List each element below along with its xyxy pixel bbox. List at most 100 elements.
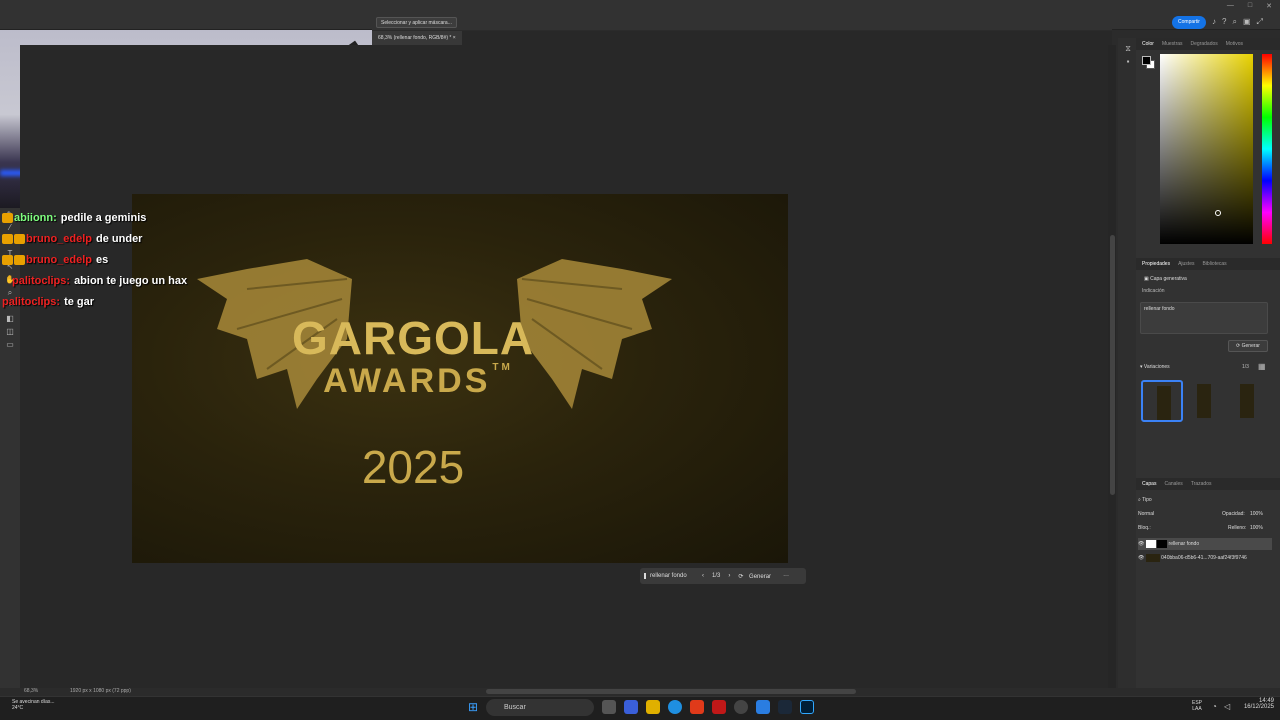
generate-label: Generar xyxy=(749,573,772,580)
taskbar-search[interactable]: Buscar xyxy=(486,699,594,716)
variation-thumb[interactable] xyxy=(1226,380,1268,422)
tab-paths[interactable]: Trazados xyxy=(1191,481,1212,487)
prev-variation-icon[interactable]: ‹ xyxy=(702,573,704,579)
windows-start-icon[interactable]: ⊞ xyxy=(468,700,482,714)
layer-mask xyxy=(1157,539,1168,548)
screenmode-icon[interactable]: ▭ xyxy=(0,338,20,351)
fill-label: Relleno: xyxy=(1228,525,1247,531)
variation-thumb[interactable] xyxy=(1183,380,1225,422)
tab-swatches[interactable]: Muestras xyxy=(1162,41,1183,47)
github-icon[interactable] xyxy=(734,700,748,714)
file-explorer-icon[interactable] xyxy=(646,700,660,714)
chat-text: te gar xyxy=(64,296,95,308)
variations-label: ▾ Variaciones xyxy=(1140,364,1170,370)
opacity-value[interactable]: 100% xyxy=(1250,508,1263,520)
generate-panel-button[interactable]: ⟳ Generar xyxy=(1228,340,1268,352)
minimize-icon[interactable]: — xyxy=(1227,2,1234,10)
crown-badge-icon xyxy=(2,213,13,224)
generate-panel-label: Generar xyxy=(1241,343,1260,349)
chat-message: bruno_edelp de under xyxy=(2,229,302,250)
tab-properties[interactable]: Propiedades xyxy=(1142,261,1170,267)
sub-badge-icon xyxy=(14,234,25,245)
visibility-eye-icon[interactable]: 👁 xyxy=(1138,555,1144,561)
document-tab-label: 68,3% (rellenar fondo, RGB/8#) * xyxy=(378,35,452,41)
document-tab[interactable]: 68,3% (rellenar fondo, RGB/8#) * × xyxy=(372,31,462,45)
workspace-icon[interactable]: ▣ xyxy=(1243,17,1251,27)
bell-icon[interactable]: ♪ xyxy=(1212,17,1216,27)
widgets-icon[interactable] xyxy=(624,700,638,714)
history-icon[interactable]: ⧖ xyxy=(1118,42,1138,55)
scroll-thumb[interactable] xyxy=(1110,235,1115,495)
prompt-label: Indicación xyxy=(1142,288,1165,294)
steam-icon[interactable] xyxy=(778,700,792,714)
next-variation-icon[interactable]: › xyxy=(728,573,730,579)
chat-user: abiionn: xyxy=(14,212,57,224)
windows-taskbar xyxy=(0,696,1280,720)
close-tab-icon[interactable]: × xyxy=(453,35,456,41)
color-swatch-icon[interactable]: ◧ xyxy=(0,312,20,325)
chat-text: de under xyxy=(96,233,143,245)
hue-slider[interactable] xyxy=(1262,54,1272,244)
prompt-input[interactable]: rellenar fondo xyxy=(1140,302,1268,334)
logo-awards-text: AWARDS xyxy=(323,362,491,400)
fill-value[interactable]: 100% xyxy=(1250,522,1263,534)
chat-message: palitoclips: abion te juego un hax xyxy=(2,271,302,292)
filter-select[interactable]: Tipo xyxy=(1142,497,1152,503)
prompt-field[interactable]: rellenar fondo xyxy=(644,573,694,579)
taskview-icon[interactable] xyxy=(602,700,616,714)
layer-thumbnail xyxy=(1145,553,1160,562)
search-icon[interactable]: ⌕ xyxy=(1232,17,1236,27)
quickmask-icon[interactable]: ◫ xyxy=(0,325,20,338)
help-icon[interactable]: ? xyxy=(1222,17,1226,27)
weather-widget[interactable]: Se avecinan días... 24°C xyxy=(12,699,55,711)
tab-libraries[interactable]: Bibliotecas xyxy=(1202,261,1226,267)
lock-label: Bloq.: xyxy=(1138,525,1151,531)
tab-patterns[interactable]: Motivos xyxy=(1226,41,1243,47)
chat-message: bruno_edelp es xyxy=(2,250,302,271)
sub-badge-icon xyxy=(14,255,25,266)
photoshop-icon[interactable] xyxy=(800,700,814,714)
volume-icon[interactable]: ◁ xyxy=(1224,702,1230,711)
panel-icon-strip: ⧖ ▪ xyxy=(1118,38,1136,688)
edge-icon[interactable] xyxy=(668,700,682,714)
tab-adjustments[interactable]: Ajustes xyxy=(1178,261,1194,267)
variation-count: 1/3 xyxy=(1242,364,1249,370)
expand-icon[interactable]: ⤢ xyxy=(1257,17,1263,27)
share-button[interactable]: Compartir xyxy=(1172,16,1206,29)
opacity-label: Opacidad: xyxy=(1222,511,1245,517)
more-icon[interactable]: ··· xyxy=(783,573,789,579)
properties-tabs: Propiedades Ajustes Bibliotecas xyxy=(1136,258,1280,270)
generate-button[interactable]: ⟳ Generar xyxy=(738,573,775,580)
select-and-mask-button[interactable]: Seleccionar y aplicar máscara... xyxy=(376,17,457,28)
vertical-scrollbar[interactable] xyxy=(1108,45,1116,688)
wifi-icon[interactable]: ◔ xyxy=(1212,702,1217,711)
blend-mode-select[interactable]: Normal xyxy=(1138,511,1154,517)
tab-gradients[interactable]: Degradados xyxy=(1191,41,1218,47)
snipping-icon[interactable] xyxy=(756,700,770,714)
tab-layers[interactable]: Capas xyxy=(1142,481,1156,487)
comments-icon[interactable]: ▪ xyxy=(1118,55,1138,68)
logo-gargola: GARGOLA xyxy=(292,312,535,364)
brave-icon[interactable] xyxy=(690,700,704,714)
variation-thumb[interactable] xyxy=(1141,380,1183,422)
tab-channels[interactable]: Canales xyxy=(1164,481,1182,487)
tab-color[interactable]: Color xyxy=(1142,41,1154,47)
taskbar-clock[interactable]: 14:49 16/12/2025 xyxy=(1236,698,1274,710)
foreground-swatch[interactable] xyxy=(1142,56,1151,65)
chat-text: pedile a geminis xyxy=(60,212,147,224)
maximize-icon[interactable]: □ xyxy=(1248,2,1252,10)
horizontal-scrollbar[interactable] xyxy=(486,689,856,694)
zoom-level[interactable]: 68,3% xyxy=(24,688,38,694)
year-text: 2025 xyxy=(361,441,465,493)
layer-row[interactable]: 👁 040bba06-d5b6-41...709-aaf24f3f9746 xyxy=(1138,552,1272,564)
grid-view-icon[interactable]: ▦ xyxy=(1258,362,1266,371)
color-picker-marker[interactable] xyxy=(1215,210,1221,216)
language-indicator[interactable]: ESP LAA xyxy=(1190,700,1204,712)
color-field[interactable] xyxy=(1160,54,1253,244)
app-icon[interactable] xyxy=(712,700,726,714)
chat-text: es xyxy=(96,254,109,266)
visibility-eye-icon[interactable]: 👁 xyxy=(1138,541,1144,547)
close-icon[interactable]: ✕ xyxy=(1266,2,1272,10)
layer-row[interactable]: 👁 rellenar fondo xyxy=(1138,538,1272,550)
chat-user: bruno_edelp xyxy=(26,254,93,266)
